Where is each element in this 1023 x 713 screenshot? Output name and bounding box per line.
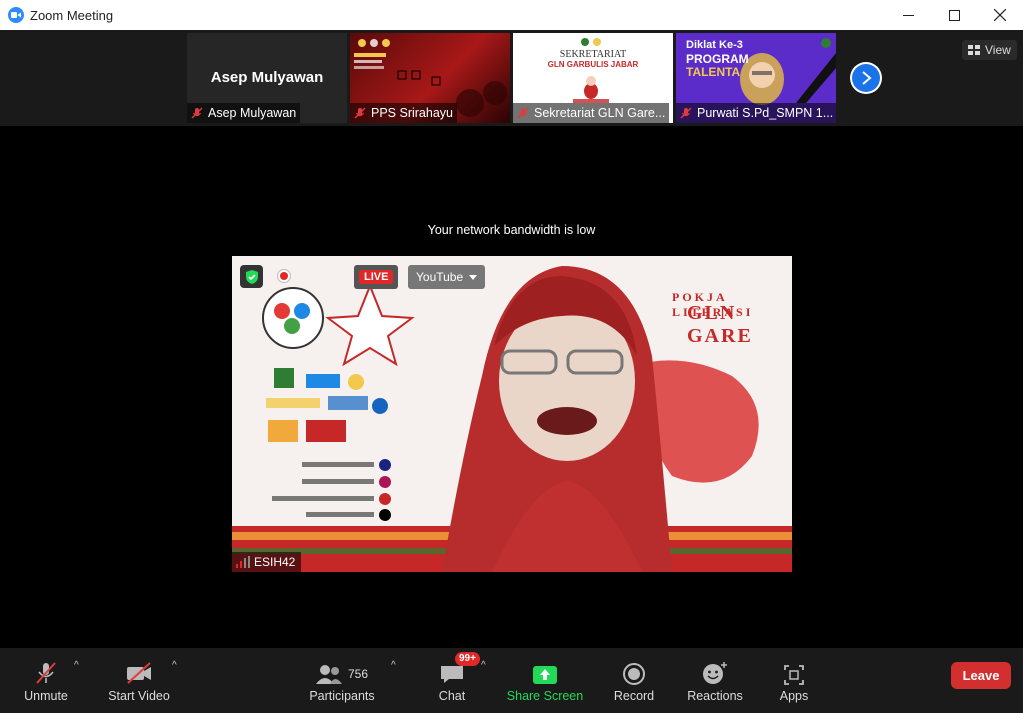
maximize-icon <box>948 9 960 21</box>
start-video-label: Start Video <box>108 689 170 703</box>
window-title: Zoom Meeting <box>30 7 114 23</box>
participants-count: 756 <box>347 667 369 681</box>
record-icon <box>623 663 645 685</box>
minimize-button[interactable] <box>885 0 931 30</box>
tile-name-label: Purwati S.Pd_SMPN 1... <box>676 103 836 123</box>
tile-name: Purwati S.Pd_SMPN 1... <box>697 106 834 120</box>
tile-name: Asep Mulyawan <box>208 106 297 120</box>
title-bar: Zoom Meeting <box>0 0 1023 30</box>
maximize-button[interactable] <box>931 0 977 30</box>
signal-strength-icon <box>236 556 250 568</box>
poster-line-3: TALENTA <box>686 65 741 79</box>
tile-name-label: Asep Mulyawan <box>187 103 301 123</box>
shield-check-icon <box>245 269 258 284</box>
audio-options-caret[interactable]: ^ <box>74 660 79 671</box>
chevron-right-icon <box>862 71 872 85</box>
unmute-label: Unmute <box>24 689 68 703</box>
close-icon <box>994 9 1006 21</box>
unmute-button[interactable]: Unmute <box>16 648 76 703</box>
poster-title: SEKRETARIAT <box>559 49 627 60</box>
mic-muted-icon <box>680 107 692 119</box>
share-screen-label: Share Screen <box>506 689 584 703</box>
window-controls <box>885 0 1023 30</box>
encryption-shield-button[interactable] <box>240 265 263 288</box>
tile-name: PPS Srirahayu <box>371 106 453 120</box>
caret-down-icon <box>469 274 478 280</box>
grid-view-icon <box>968 45 980 55</box>
tile-name-label: Sekretariat GLN Gare... <box>513 103 670 123</box>
mic-muted-icon <box>191 107 203 119</box>
video-tile-purwati[interactable]: Diklat Ke-3 PROGRAM TALENTA Purwati S.Pd… <box>676 33 836 123</box>
view-label: View <box>985 43 1011 57</box>
video-tile-asep[interactable]: Asep Mulyawan Asep Mulyawan <box>187 33 347 123</box>
chat-options-caret[interactable]: ^ <box>481 660 486 671</box>
chat-label: Chat <box>438 689 466 703</box>
record-label: Record <box>613 689 655 703</box>
mic-muted-icon <box>36 662 56 684</box>
mic-muted-icon <box>354 107 366 119</box>
poster-line-2: PROGRAM <box>686 52 749 66</box>
start-video-button[interactable]: Start Video <box>104 648 174 703</box>
leave-button[interactable]: Leave <box>951 662 1011 689</box>
participant-display-name: Asep Mulyawan <box>210 69 324 86</box>
live-indicator: LIVE <box>354 265 399 289</box>
close-window-button[interactable] <box>977 0 1023 30</box>
participants-label: Participants <box>309 689 375 703</box>
record-button[interactable]: Record <box>609 648 659 703</box>
youtube-dropdown[interactable]: YouTube <box>408 265 486 289</box>
poster-subtitle: GLN GARBULIS JABAR <box>547 60 639 69</box>
apps-button[interactable]: Apps <box>774 648 814 703</box>
video-camera-off-icon <box>127 662 151 684</box>
poster-line-1: Diklat Ke-3 <box>686 39 743 51</box>
chat-unread-badge: 99+ <box>455 652 480 666</box>
minimize-icon <box>902 14 914 16</box>
participants-options-caret[interactable]: ^ <box>391 660 396 671</box>
main-speaker-video[interactable]: POKJA LITERASI GLN GARE LIVE YouTube ESI… <box>232 256 792 572</box>
video-tile-sekretariat[interactable]: SEKRETARIAT GLN GARBULIS JABAR Sekretari… <box>513 33 673 123</box>
participants-icon <box>315 665 342 684</box>
share-screen-icon <box>533 666 557 684</box>
banner-subtitle: GLN GARE <box>687 302 753 347</box>
participants-icon-group: 756 <box>315 663 369 685</box>
network-bandwidth-notice: Your network bandwidth is low <box>427 223 596 237</box>
tile-name-label: PPS Srirahayu <box>350 103 457 123</box>
participant-strip: Asep Mulyawan Asep Mulyawan PPS Srirahay… <box>0 30 1023 126</box>
participants-button[interactable]: 756 Participants <box>306 648 378 703</box>
zoom-logo-icon <box>8 7 24 23</box>
youtube-label: YouTube <box>416 270 464 284</box>
video-tile-pps[interactable]: PPS Srirahayu <box>350 33 510 123</box>
meeting-toolbar: Unmute ^ Start Video ^ 756 Participants … <box>0 648 1023 713</box>
speaker-name: ESIH42 <box>254 555 296 569</box>
recording-indicator <box>277 269 291 283</box>
next-page-button[interactable] <box>850 62 882 94</box>
apps-icon <box>784 665 804 685</box>
live-badge: LIVE <box>359 270 394 284</box>
reactions-button[interactable]: Reactions <box>684 648 746 703</box>
reactions-icon <box>703 662 727 684</box>
apps-label: Apps <box>779 689 809 703</box>
mic-muted-icon <box>517 107 529 119</box>
chat-icon <box>441 666 463 683</box>
speaker-name-label: ESIH42 <box>232 552 302 572</box>
reactions-label: Reactions <box>687 689 743 703</box>
view-button[interactable]: View <box>962 40 1017 60</box>
video-options-caret[interactable]: ^ <box>172 660 177 671</box>
tile-name: Sekretariat GLN Gare... <box>534 106 666 120</box>
share-screen-button[interactable]: Share Screen <box>506 648 584 703</box>
record-dot-icon <box>280 272 288 280</box>
